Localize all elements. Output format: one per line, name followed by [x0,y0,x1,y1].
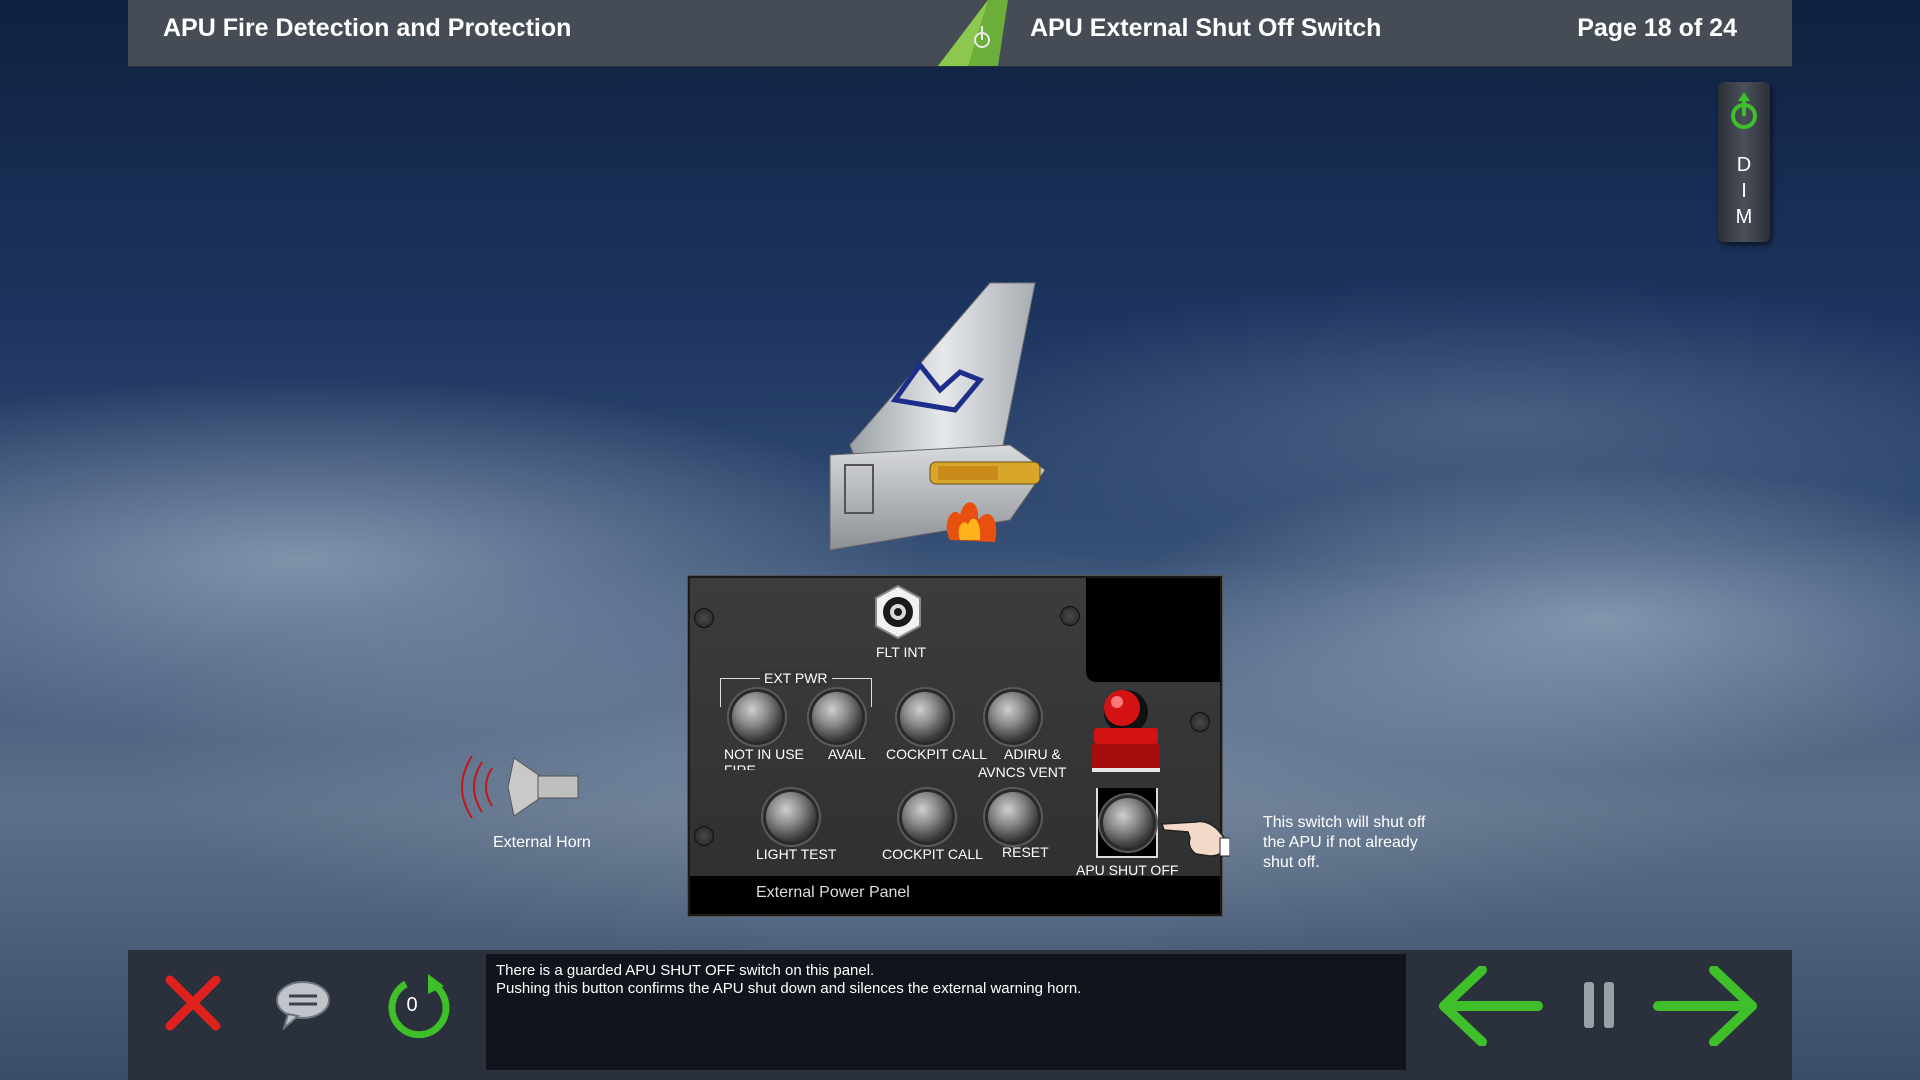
external-power-panel: FLT INT EXT PWR NOT IN USE FIRE AVAIL CO… [688,576,1222,916]
callout-text: This switch will shut off the APU if not… [1263,814,1426,871]
dim-letter: M [1735,206,1753,228]
panel-footer-label: External Power Panel [756,884,910,901]
not-in-use-label: NOT IN USE [724,746,804,762]
not-in-use-light[interactable] [732,692,782,742]
panel-footer: External Power Panel [690,876,1220,914]
cockpit-call-button[interactable] [902,792,952,842]
cockpit-call-top-label: COCKPIT CALL [886,746,987,762]
arrow-left-icon[interactable] [1434,966,1544,1046]
adiru-label: ADIRU & [1004,746,1061,762]
bottom-bar: 0 There is a guarded APU SHUT OFF switch… [128,950,1792,1080]
narration-line: There is a guarded APU SHUT OFF switch o… [496,962,875,979]
flt-int-label: FLT INT [876,644,927,660]
panel-screw [1060,606,1080,626]
reset-label: RESET [1002,844,1049,860]
cockpit-call-bottom-label: COCKPIT CALL [882,846,983,862]
not-in-use-sublabel: FIRE [724,762,756,770]
cockpit-call-top-light[interactable] [900,692,950,742]
adiru-avncs-vent-light[interactable] [988,692,1038,742]
light-test-button[interactable] [766,792,816,842]
dim-letter: D [1736,154,1752,176]
external-horn-label: External Horn [493,834,591,851]
avail-label: AVAIL [828,746,866,762]
light-test-label: LIGHT TEST [756,846,837,862]
reset-button[interactable] [988,792,1038,842]
avncs-vent-label: AVNCS VENT [978,764,1067,780]
ext-pwr-label: EXT PWR [760,670,832,686]
avail-light[interactable] [812,692,862,742]
dim-button[interactable]: D I M [1718,82,1770,242]
apu-shut-off-switch-housing [1096,788,1158,858]
narration-line: Pushing this button confirms the APU shu… [496,980,1082,997]
panel-cutout [1086,578,1220,682]
apu-shut-off-button[interactable] [1103,798,1153,848]
page-indicator: Page 18 of 24 [1577,14,1737,42]
dim-letter: I [1741,180,1747,202]
narration-message: There is a guarded APU SHUT OFF switch o… [486,954,1406,1070]
panel-screw [694,608,714,628]
panel-screw [1190,712,1210,732]
power-icon [1731,92,1757,129]
dim-letters: D I M [1718,152,1770,230]
close-icon[interactable] [162,972,224,1034]
replay-count: 0 [406,994,418,1016]
pause-icon[interactable] [1580,978,1620,1034]
page-title: APU External Shut Off Switch [1030,14,1382,42]
header-bar: APU Fire Detection and Protection APU Ex… [128,0,1792,67]
horn-icon [461,755,579,819]
replay-button[interactable]: 0 [384,972,454,1042]
brand-logo-icon [938,0,1008,66]
panel-screw [694,826,714,846]
pointing-hand-icon [1160,820,1230,857]
course-title: APU Fire Detection and Protection [163,14,572,42]
flt-int-jack-icon[interactable] [870,584,926,640]
apu-shut-off-guard[interactable] [1090,688,1162,774]
arrow-right-icon[interactable] [1652,966,1762,1046]
aircraft-tail-illustration [829,282,1046,550]
speech-bubble-icon[interactable] [274,978,332,1030]
